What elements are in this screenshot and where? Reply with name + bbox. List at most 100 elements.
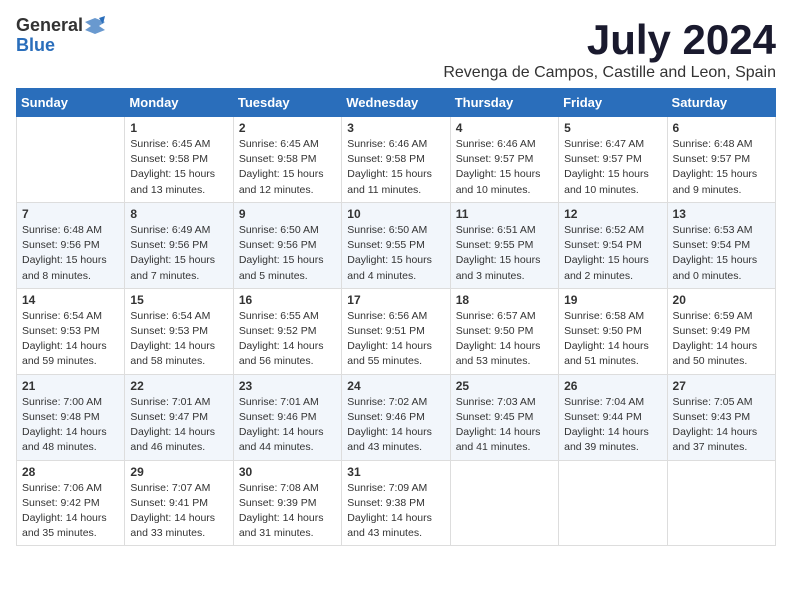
cell-content: Sunrise: 6:50 AM Sunset: 9:56 PM Dayligh… bbox=[239, 223, 336, 284]
calendar-cell: 9Sunrise: 6:50 AM Sunset: 9:56 PM Daylig… bbox=[233, 202, 341, 288]
calendar-cell: 7 Sunrise: 6:48 AM Sunset: 9:56 PM Daylig… bbox=[17, 202, 125, 288]
cell-content: Sunrise: 6:48 AM Sunset: 9:56 PM Dayligh… bbox=[22, 223, 119, 284]
day-number: 23 bbox=[239, 379, 336, 393]
calendar-week-row: 14 Sunrise: 6:54 AM Sunset: 9:53 PM Dayli… bbox=[17, 288, 776, 374]
cell-content: Sunrise: 6:59 AM Sunset: 9:49 PM Dayligh… bbox=[673, 309, 770, 370]
subtitle: Revenga de Campos, Castille and Leon, Sp… bbox=[443, 64, 776, 82]
day-number: 27 bbox=[673, 379, 770, 393]
cell-content: Sunrise: 7:02 AM Sunset: 9:46 PM Dayligh… bbox=[347, 395, 444, 456]
calendar-cell: 21Sunrise: 7:00 AM Sunset: 9:48 PM Dayli… bbox=[17, 374, 125, 460]
cell-content: Sunrise: 6:49 AM Sunset: 9:56 PM Dayligh… bbox=[130, 223, 227, 284]
cell-content: Sunrise: 7:08 AM Sunset: 9:39 PM Dayligh… bbox=[239, 481, 336, 542]
logo-wordmark: General Blue bbox=[16, 16, 105, 56]
day-number: 11 bbox=[456, 207, 553, 221]
calendar-cell: 2 Sunrise: 6:45 AM Sunset: 9:58 PM Daylig… bbox=[233, 117, 341, 203]
logo: General Blue bbox=[16, 16, 105, 56]
cell-content: Sunrise: 7:04 AM Sunset: 9:44 PM Dayligh… bbox=[564, 395, 661, 456]
day-number: 29 bbox=[130, 465, 227, 479]
day-number: 30 bbox=[239, 465, 336, 479]
day-number: 1 bbox=[130, 121, 227, 135]
calendar-cell: 4 Sunrise: 6:46 AM Sunset: 9:57 PM Daylig… bbox=[450, 117, 558, 203]
cell-content: Sunrise: 7:01 AM Sunset: 9:47 PM Dayligh… bbox=[130, 395, 227, 456]
cell-content: Sunrise: 6:56 AM Sunset: 9:51 PM Dayligh… bbox=[347, 309, 444, 370]
header-saturday: Saturday bbox=[667, 89, 775, 117]
header: General Blue July 2024 Revenga de Campos… bbox=[16, 16, 776, 82]
day-number: 7 bbox=[22, 207, 119, 221]
calendar-cell bbox=[450, 460, 558, 546]
day-number: 12 bbox=[564, 207, 661, 221]
day-number: 3 bbox=[347, 121, 444, 135]
day-number: 19 bbox=[564, 293, 661, 307]
cell-content: Sunrise: 6:53 AM Sunset: 9:54 PM Dayligh… bbox=[673, 223, 770, 284]
cell-content: Sunrise: 6:55 AM Sunset: 9:52 PM Dayligh… bbox=[239, 309, 336, 370]
day-number: 20 bbox=[673, 293, 770, 307]
cell-content: Sunrise: 6:51 AM Sunset: 9:55 PM Dayligh… bbox=[456, 223, 553, 284]
day-number: 8 bbox=[130, 207, 227, 221]
calendar-week-row: 28Sunrise: 7:06 AM Sunset: 9:42 PM Dayli… bbox=[17, 460, 776, 546]
calendar-cell: 6Sunrise: 6:48 AM Sunset: 9:57 PM Daylig… bbox=[667, 117, 775, 203]
calendar-cell: 8 Sunrise: 6:49 AM Sunset: 9:56 PM Daylig… bbox=[125, 202, 233, 288]
cell-content: Sunrise: 7:05 AM Sunset: 9:43 PM Dayligh… bbox=[673, 395, 770, 456]
cell-content: Sunrise: 6:46 AM Sunset: 9:57 PM Dayligh… bbox=[456, 137, 553, 198]
cell-content: Sunrise: 7:09 AM Sunset: 9:38 PM Dayligh… bbox=[347, 481, 444, 542]
day-number: 22 bbox=[130, 379, 227, 393]
cell-content: Sunrise: 6:45 AM Sunset: 9:58 PM Dayligh… bbox=[130, 137, 227, 198]
day-number: 24 bbox=[347, 379, 444, 393]
calendar-cell: 12Sunrise: 6:52 AM Sunset: 9:54 PM Dayli… bbox=[559, 202, 667, 288]
day-number: 25 bbox=[456, 379, 553, 393]
day-number: 5 bbox=[564, 121, 661, 135]
logo-bird-icon bbox=[85, 16, 105, 36]
cell-content: Sunrise: 7:03 AM Sunset: 9:45 PM Dayligh… bbox=[456, 395, 553, 456]
header-monday: Monday bbox=[125, 89, 233, 117]
calendar-week-row: 1 Sunrise: 6:45 AM Sunset: 9:58 PM Daylig… bbox=[17, 117, 776, 203]
day-number: 21 bbox=[22, 379, 119, 393]
calendar-cell: 16 Sunrise: 6:55 AM Sunset: 9:52 PM Dayli… bbox=[233, 288, 341, 374]
day-number: 14 bbox=[22, 293, 119, 307]
header-tuesday: Tuesday bbox=[233, 89, 341, 117]
calendar-cell bbox=[667, 460, 775, 546]
cell-content: Sunrise: 6:58 AM Sunset: 9:50 PM Dayligh… bbox=[564, 309, 661, 370]
calendar-cell: 5 Sunrise: 6:47 AM Sunset: 9:57 PM Daylig… bbox=[559, 117, 667, 203]
day-number: 31 bbox=[347, 465, 444, 479]
cell-content: Sunrise: 6:45 AM Sunset: 9:58 PM Dayligh… bbox=[239, 137, 336, 198]
calendar-cell: 24 Sunrise: 7:02 AM Sunset: 9:46 PM Dayli… bbox=[342, 374, 450, 460]
calendar-cell: 25 Sunrise: 7:03 AM Sunset: 9:45 PM Dayli… bbox=[450, 374, 558, 460]
header-sunday: Sunday bbox=[17, 89, 125, 117]
calendar-cell: 1 Sunrise: 6:45 AM Sunset: 9:58 PM Daylig… bbox=[125, 117, 233, 203]
day-number: 16 bbox=[239, 293, 336, 307]
header-wednesday: Wednesday bbox=[342, 89, 450, 117]
calendar-week-row: 21Sunrise: 7:00 AM Sunset: 9:48 PM Dayli… bbox=[17, 374, 776, 460]
calendar-cell: 23 Sunrise: 7:01 AM Sunset: 9:46 PM Dayli… bbox=[233, 374, 341, 460]
day-number: 2 bbox=[239, 121, 336, 135]
cell-content: Sunrise: 6:54 AM Sunset: 9:53 PM Dayligh… bbox=[22, 309, 119, 370]
calendar-cell: 17Sunrise: 6:56 AM Sunset: 9:51 PM Dayli… bbox=[342, 288, 450, 374]
logo-blue: Blue bbox=[16, 36, 55, 56]
calendar-cell: 26Sunrise: 7:04 AM Sunset: 9:44 PM Dayli… bbox=[559, 374, 667, 460]
calendar-cell bbox=[17, 117, 125, 203]
day-number: 18 bbox=[456, 293, 553, 307]
calendar-week-row: 7 Sunrise: 6:48 AM Sunset: 9:56 PM Daylig… bbox=[17, 202, 776, 288]
calendar-cell: 3 Sunrise: 6:46 AM Sunset: 9:58 PM Daylig… bbox=[342, 117, 450, 203]
cell-content: Sunrise: 6:47 AM Sunset: 9:57 PM Dayligh… bbox=[564, 137, 661, 198]
cell-content: Sunrise: 7:07 AM Sunset: 9:41 PM Dayligh… bbox=[130, 481, 227, 542]
calendar-cell: 15Sunrise: 6:54 AM Sunset: 9:53 PM Dayli… bbox=[125, 288, 233, 374]
day-number: 4 bbox=[456, 121, 553, 135]
title-section: July 2024 Revenga de Campos, Castille an… bbox=[443, 16, 776, 82]
cell-content: Sunrise: 7:01 AM Sunset: 9:46 PM Dayligh… bbox=[239, 395, 336, 456]
calendar-table: SundayMondayTuesdayWednesdayThursdayFrid… bbox=[16, 88, 776, 546]
day-number: 13 bbox=[673, 207, 770, 221]
cell-content: Sunrise: 7:06 AM Sunset: 9:42 PM Dayligh… bbox=[22, 481, 119, 542]
calendar-cell: 27 Sunrise: 7:05 AM Sunset: 9:43 PM Dayli… bbox=[667, 374, 775, 460]
cell-content: Sunrise: 6:46 AM Sunset: 9:58 PM Dayligh… bbox=[347, 137, 444, 198]
calendar-cell: 22 Sunrise: 7:01 AM Sunset: 9:47 PM Dayli… bbox=[125, 374, 233, 460]
calendar-cell: 30 Sunrise: 7:08 AM Sunset: 9:39 PM Dayli… bbox=[233, 460, 341, 546]
calendar-cell: 10 Sunrise: 6:50 AM Sunset: 9:55 PM Dayli… bbox=[342, 202, 450, 288]
cell-content: Sunrise: 6:50 AM Sunset: 9:55 PM Dayligh… bbox=[347, 223, 444, 284]
day-number: 10 bbox=[347, 207, 444, 221]
cell-content: Sunrise: 6:54 AM Sunset: 9:53 PM Dayligh… bbox=[130, 309, 227, 370]
calendar-cell: 19 Sunrise: 6:58 AM Sunset: 9:50 PM Dayli… bbox=[559, 288, 667, 374]
calendar-cell: 11 Sunrise: 6:51 AM Sunset: 9:55 PM Dayli… bbox=[450, 202, 558, 288]
cell-content: Sunrise: 6:57 AM Sunset: 9:50 PM Dayligh… bbox=[456, 309, 553, 370]
logo-general: General bbox=[16, 16, 83, 36]
day-number: 6 bbox=[673, 121, 770, 135]
